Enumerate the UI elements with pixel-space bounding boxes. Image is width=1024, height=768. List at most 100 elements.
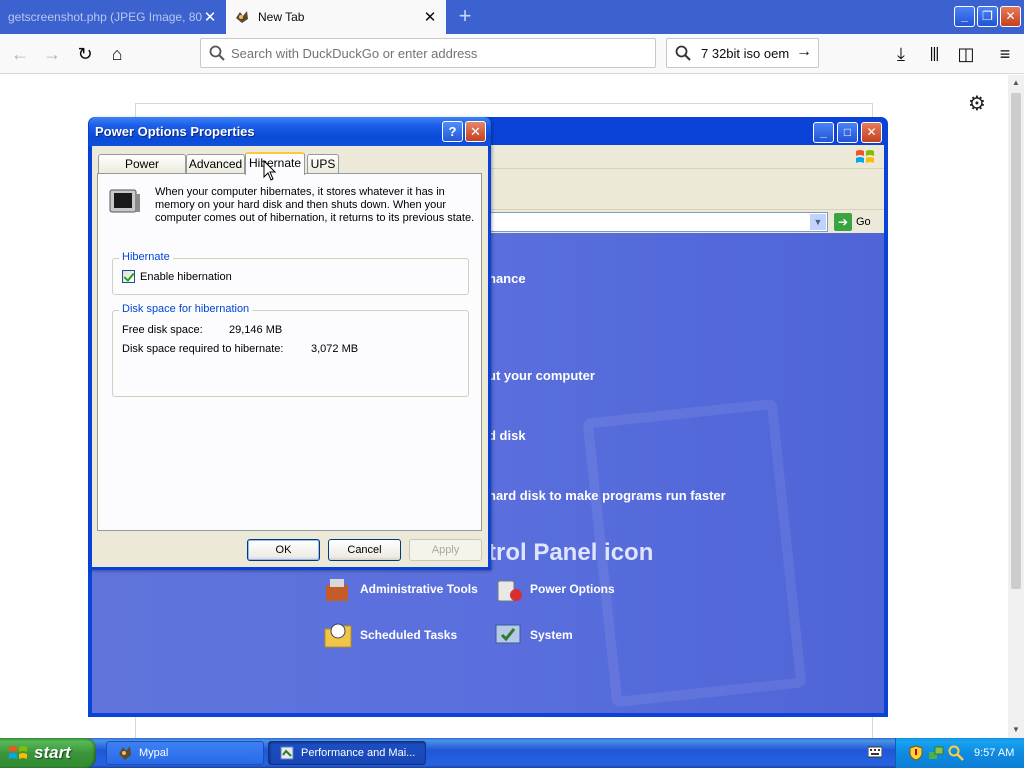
administrative-tools-icon xyxy=(326,579,348,601)
gear-icon[interactable]: ⚙ xyxy=(966,93,988,115)
scroll-down-icon[interactable]: ▼ xyxy=(1008,722,1024,738)
dialog-title: Power Options Properties xyxy=(95,124,255,139)
library-icon[interactable]: ||| xyxy=(922,42,946,66)
tab-new-tab[interactable]: New Tab ✕ xyxy=(226,0,446,34)
close-tab-icon[interactable]: ✕ xyxy=(202,8,218,26)
security-shield-icon[interactable] xyxy=(908,745,924,761)
tab-title: New Tab xyxy=(258,10,305,24)
cp-section-heading: trol Panel icon xyxy=(488,539,654,566)
search-value: 7 32bit iso oem xyxy=(701,45,790,61)
search-go-arrow-icon[interactable]: → xyxy=(796,43,812,61)
dialog-close-button[interactable]: ✕ xyxy=(465,121,486,142)
tab-getscreenshot[interactable]: getscreenshot.php (JPEG Image, 800 ✕ xyxy=(0,0,226,34)
home-icon[interactable]: ⌂ xyxy=(105,42,129,66)
tab-title: getscreenshot.php (JPEG Image, 800 xyxy=(8,10,202,24)
required-disk-space-value: 3,072 MB xyxy=(311,343,359,355)
cp-go-button[interactable]: ➔ Go xyxy=(834,212,882,232)
hibernate-description: When your computer hibernates, it stores… xyxy=(155,186,475,224)
cp-item-label: Administrative Tools xyxy=(360,582,478,596)
windows-logo-icon xyxy=(856,150,874,163)
cp-maximize-button[interactable]: □ xyxy=(837,122,858,143)
system-icon xyxy=(495,624,521,644)
search-icon xyxy=(675,45,691,61)
sidebar-icon[interactable]: ◫ xyxy=(954,42,978,66)
ok-button[interactable]: OK xyxy=(247,539,320,561)
download-icon[interactable]: ⤓ xyxy=(889,42,913,66)
close-tab-icon[interactable]: ✕ xyxy=(422,8,438,26)
tab-advanced[interactable]: Advanced xyxy=(186,154,245,174)
start-button[interactable]: start xyxy=(0,738,96,768)
taskbar: start Mypal Performance and Mai... 9:57 … xyxy=(0,738,1024,768)
scroll-up-icon[interactable]: ▲ xyxy=(1008,75,1024,91)
scroll-thumb[interactable] xyxy=(1011,93,1021,589)
apply-button[interactable]: Apply xyxy=(409,539,482,561)
cp-item-administrative-tools[interactable]: Administrative Tools xyxy=(322,573,478,605)
window-close-button[interactable]: ✕ xyxy=(1000,6,1021,27)
tab-ups[interactable]: UPS xyxy=(307,154,339,174)
cp-item-scheduled-tasks[interactable]: Scheduled Tasks xyxy=(322,619,457,651)
cp-task-link[interactable]: hard disk to make programs run faster xyxy=(488,488,726,503)
cp-item-label: System xyxy=(530,628,573,642)
windows-logo-icon xyxy=(9,746,27,759)
cp-item-label: Scheduled Tasks xyxy=(360,628,458,642)
help-button[interactable]: ? xyxy=(442,121,463,142)
hibernate-monitor-icon xyxy=(109,189,140,213)
free-disk-space-label: Free disk space: xyxy=(122,324,203,336)
free-disk-space-row: Free disk space: 29,146 MB xyxy=(122,324,282,336)
control-panel-icon xyxy=(280,746,294,760)
go-label: Go xyxy=(856,216,871,228)
cp-task-link[interactable]: d disk xyxy=(488,428,526,443)
enable-hibernation-row[interactable]: Enable hibernation xyxy=(122,270,232,283)
browser-tab-bar: getscreenshot.php (JPEG Image, 800 ✕ New… xyxy=(0,0,1024,34)
scheduled-tasks-icon xyxy=(324,623,352,648)
forward-icon[interactable]: → xyxy=(40,42,64,66)
hibernate-group: Hibernate Enable hibernation xyxy=(112,251,469,295)
cp-item-power-options[interactable]: Power Options xyxy=(492,573,615,605)
tab-power-schemes[interactable]: Power Schemes xyxy=(98,154,186,189)
mypal-icon xyxy=(119,746,131,760)
go-arrow-icon: ➔ xyxy=(834,213,852,231)
back-icon[interactable]: ← xyxy=(8,42,32,66)
system-tray: 9:57 AM xyxy=(895,738,1024,768)
url-bar[interactable]: Search with DuckDuckGo or enter address xyxy=(200,38,656,68)
cp-minimize-button[interactable]: _ xyxy=(813,122,834,143)
cp-close-button[interactable]: ✕ xyxy=(861,122,882,143)
mypal-favicon-icon xyxy=(236,11,248,23)
clock[interactable]: 9:57 AM xyxy=(974,747,1014,759)
power-options-icon xyxy=(497,580,522,602)
dialog-client: Power Schemes Advanced Hibernate UPS Whe… xyxy=(92,146,488,567)
window-restore-button[interactable]: ❐ xyxy=(977,6,998,27)
cp-task-link[interactable]: ut your computer xyxy=(488,368,595,383)
menu-icon[interactable]: ≡ xyxy=(993,42,1017,66)
checkbox-label: Enable hibernation xyxy=(140,270,232,283)
cancel-button[interactable]: Cancel xyxy=(328,539,401,561)
free-disk-space-value: 29,146 MB xyxy=(229,324,283,336)
enable-hibernation-checkbox[interactable] xyxy=(122,270,135,283)
url-placeholder: Search with DuckDuckGo or enter address xyxy=(231,45,478,61)
task-label: Mypal xyxy=(139,747,169,759)
page-scrollbar[interactable]: ▲ ▼ xyxy=(1008,75,1024,738)
cp-text-line[interactable]: nance xyxy=(488,271,526,286)
taskbar-item-mypal[interactable]: Mypal xyxy=(106,741,264,765)
dialog-title-bar[interactable]: Power Options Properties ? ✕ xyxy=(89,117,491,146)
disk-space-group: Disk space for hibernation Free disk spa… xyxy=(112,303,469,397)
browser-toolbar: ← → ↻ ⌂ Search with DuckDuckGo or enter … xyxy=(0,34,1024,74)
hibernate-tab-panel: When your computer hibernates, it stores… xyxy=(97,173,482,531)
chevron-down-icon[interactable]: ▼ xyxy=(810,214,826,230)
search-bar[interactable]: 7 32bit iso oem → xyxy=(666,38,819,68)
search-icon[interactable] xyxy=(948,745,964,761)
network-icon[interactable] xyxy=(928,745,944,761)
start-label: start xyxy=(34,743,71,762)
required-disk-space-row: Disk space required to hibernate: 3,072 … xyxy=(122,343,358,355)
window-minimize-button[interactable]: _ xyxy=(954,6,975,27)
power-options-dialog: Power Options Properties ? ✕ Power Schem… xyxy=(89,117,491,570)
taskbar-item-performance[interactable]: Performance and Mai... xyxy=(268,741,426,765)
cp-item-system[interactable]: System xyxy=(492,619,573,651)
new-tab-plus-icon[interactable]: + xyxy=(452,4,478,30)
group-legend: Disk space for hibernation xyxy=(119,303,253,315)
reload-icon[interactable]: ↻ xyxy=(73,42,97,66)
group-legend: Hibernate xyxy=(119,251,173,263)
keyboard-icon[interactable] xyxy=(868,746,882,758)
required-disk-space-label: Disk space required to hibernate: xyxy=(122,343,284,355)
search-icon xyxy=(209,45,225,61)
